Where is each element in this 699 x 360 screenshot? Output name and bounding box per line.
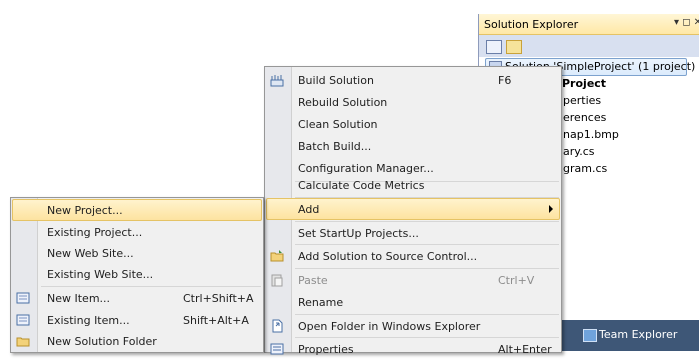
paste-label: Paste [298, 274, 328, 287]
existing-item-shortcut: Shift+Alt+A [183, 314, 249, 327]
add-submenu: New Project... Existing Project... New W… [10, 197, 264, 353]
menu-item-new-project[interactable]: New Project... [11, 199, 263, 221]
menu-item-existing-web-site[interactable]: Existing Web Site... [11, 263, 263, 285]
properties-label: Properties [298, 343, 354, 356]
menu-item-rebuild-solution[interactable]: Rebuild Solution [265, 91, 561, 113]
show-all-files-icon[interactable] [506, 40, 522, 54]
paste-shortcut: Ctrl+V [498, 274, 535, 287]
build-icon [270, 75, 284, 87]
tree-item-properties[interactable]: perties [563, 94, 601, 111]
build-solution-shortcut: F6 [498, 74, 512, 87]
new-item-icon [16, 292, 30, 304]
tab-team-explorer[interactable]: Team Explorer [599, 326, 677, 344]
folder-icon [16, 337, 30, 347]
existing-project-label: Existing Project... [47, 226, 143, 239]
solution-explorer-title: Solution Explorer [484, 18, 579, 31]
tree-item-references[interactable]: erences [563, 111, 606, 128]
menu-item-properties[interactable]: Properties Alt+Enter [265, 338, 561, 360]
build-solution-label: Build Solution [298, 74, 374, 87]
menu-item-paste[interactable]: Paste Ctrl+V [265, 269, 561, 291]
folder-icon [270, 250, 284, 262]
open-folder-label: Open Folder in Windows Explorer [298, 320, 481, 333]
new-item-shortcut: Ctrl+Shift+A [183, 292, 254, 305]
properties-shortcut: Alt+Enter [498, 343, 552, 356]
menu-item-build-solution[interactable]: Build Solution F6 [265, 69, 561, 91]
new-item-label: New Item... [47, 292, 111, 305]
menu-item-new-solution-folder[interactable]: New Solution Folder [11, 330, 263, 352]
menu-item-existing-item[interactable]: Existing Item... Shift+Alt+A [11, 309, 263, 331]
tree-item-bitmap[interactable]: nap1.bmp [563, 128, 619, 145]
clean-solution-label: Clean Solution [298, 118, 378, 131]
tree-item-library-cs[interactable]: ary.cs [563, 145, 594, 162]
paste-icon [271, 274, 283, 287]
new-project-label: New Project... [47, 204, 123, 217]
existing-web-site-label: Existing Web Site... [47, 268, 154, 281]
menu-item-open-folder[interactable]: Open Folder in Windows Explorer [265, 315, 561, 337]
menu-item-clean-solution[interactable]: Clean Solution [265, 113, 561, 135]
menu-item-existing-project[interactable]: Existing Project... [11, 221, 263, 243]
menu-item-add[interactable]: Add [265, 198, 561, 220]
new-web-site-label: New Web Site... [47, 247, 134, 260]
submenu-arrow-icon [549, 205, 553, 213]
set-startup-projects-label: Set StartUp Projects... [298, 227, 419, 240]
batch-build-label: Batch Build... [298, 140, 372, 153]
team-explorer-icon [583, 329, 597, 342]
add-label: Add [298, 203, 320, 216]
solution-explorer-toolbar [479, 35, 699, 57]
menu-item-rename[interactable]: Rename [265, 291, 561, 313]
menu-item-calculate-code-metrics[interactable]: Calculate Code Metrics [265, 174, 561, 196]
window-controls[interactable]: ▾ ◻ ✕ [674, 17, 699, 28]
properties-icon [270, 343, 284, 355]
menu-item-new-item[interactable]: New Item... Ctrl+Shift+A [11, 287, 263, 309]
menu-item-set-startup-projects[interactable]: Set StartUp Projects... [265, 222, 561, 244]
calculate-code-metrics-label: Calculate Code Metrics [298, 179, 425, 192]
properties-toolbar-icon[interactable] [486, 40, 502, 54]
open-folder-icon [272, 319, 283, 333]
rebuild-solution-label: Rebuild Solution [298, 96, 388, 109]
solution-explorer-titlebar[interactable]: Solution Explorer ▾ ◻ ✕ [479, 14, 699, 35]
tree-item-program-cs[interactable]: gram.cs [563, 162, 607, 179]
tree-item-project[interactable]: Project [562, 77, 606, 94]
menu-item-new-web-site[interactable]: New Web Site... [11, 242, 263, 264]
new-solution-folder-label: New Solution Folder [47, 335, 157, 348]
menu-item-add-source-control[interactable]: Add Solution to Source Control... [265, 245, 561, 267]
solution-context-menu: Build Solution F6 Rebuild Solution Clean… [264, 66, 562, 356]
add-source-control-label: Add Solution to Source Control... [298, 250, 478, 263]
menu-item-batch-build[interactable]: Batch Build... [265, 135, 561, 157]
existing-item-label: Existing Item... [47, 314, 130, 327]
rename-label: Rename [298, 296, 344, 309]
existing-item-icon [16, 314, 30, 326]
